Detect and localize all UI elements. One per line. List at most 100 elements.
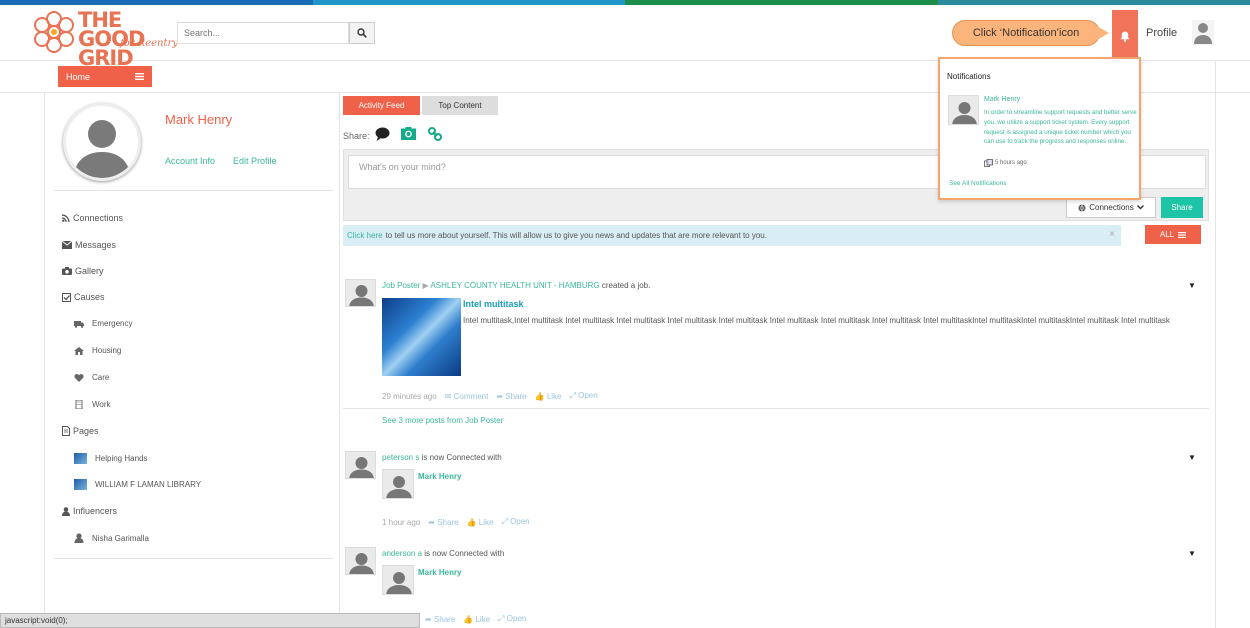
post-options-caret-icon[interactable]: ▼: [1188, 281, 1196, 290]
info-banner-link[interactable]: Click here: [347, 231, 383, 240]
camera-icon: [62, 267, 72, 275]
sidebar-subitem-label: Nisha Garimalla: [92, 533, 149, 543]
connected-user-avatar[interactable]: [382, 565, 414, 595]
sidebar-subitem-work[interactable]: Work: [74, 400, 111, 409]
home-label: Home: [66, 71, 91, 82]
search-input[interactable]: [177, 22, 349, 44]
post-action: created a job.: [601, 281, 651, 290]
share-button[interactable]: Share: [1161, 197, 1203, 218]
sidebar-subitem-library[interactable]: WILLIAM F LAMAN LIBRARY: [74, 479, 201, 490]
close-icon[interactable]: ×: [1109, 229, 1115, 240]
sidebar-item-label: Influencers: [73, 506, 118, 516]
home-menu-button[interactable]: Home: [58, 66, 152, 87]
share-action[interactable]: ➦ Share: [496, 392, 526, 401]
connected-user-name[interactable]: Mark Henry: [418, 568, 462, 577]
open-action[interactable]: ⤢ Open: [570, 391, 598, 401]
speech-bubble-icon[interactable]: [375, 127, 390, 141]
logo[interactable]: THE GOOD GRID for Reentry: [32, 9, 182, 69]
open-action[interactable]: ⤢ Open: [498, 614, 526, 624]
sidebar-item-influencers[interactable]: Influencers: [62, 506, 117, 516]
menu-icon: [135, 73, 144, 80]
arrow-right-icon: ▶: [422, 281, 429, 290]
more-posts-link[interactable]: See 3 more posts from Job Poster: [382, 416, 503, 425]
sidebar-item-causes[interactable]: Causes: [62, 292, 105, 302]
post-author-avatar[interactable]: [345, 279, 376, 307]
sidebar-divider: [54, 190, 334, 191]
user-silhouette-icon: [386, 572, 412, 594]
search-button[interactable]: [349, 22, 375, 44]
sidebar-subitem-housing[interactable]: Housing: [74, 346, 121, 355]
post-body: Intel multitask,Intel multitask Intel mu…: [463, 316, 1170, 325]
user-icon: [74, 533, 84, 543]
tab-activity-feed[interactable]: Activity Feed: [343, 96, 420, 115]
comment-action[interactable]: ✉ Comment: [445, 392, 489, 401]
post-options-caret-icon[interactable]: ▼: [1188, 549, 1196, 558]
post-author-avatar[interactable]: [345, 451, 376, 479]
sidebar-item-label: Messages: [75, 240, 117, 250]
share-action[interactable]: ➦ Share: [428, 518, 458, 527]
post-author-link[interactable]: Job Poster: [382, 281, 420, 290]
sidebar-subitem-label: Helping Hands: [95, 454, 148, 463]
avatar[interactable]: [1192, 20, 1214, 45]
sidebar-item-pages[interactable]: Pages: [62, 426, 99, 436]
audience-dropdown[interactable]: Connections: [1066, 197, 1156, 218]
post-title[interactable]: Intel multitask: [463, 299, 524, 309]
see-all-notifications-link[interactable]: See All Notifications: [949, 180, 1006, 187]
edit-profile-link[interactable]: Edit Profile: [233, 156, 277, 166]
sidebar-item-connections[interactable]: Connections: [62, 213, 123, 223]
notification-avatar[interactable]: [948, 95, 979, 125]
notification-sender[interactable]: Mark Henry: [984, 96, 1020, 103]
sidebar-subitem-helping-hands[interactable]: Helping Hands: [74, 453, 147, 464]
post-author-link[interactable]: peterson s: [382, 453, 419, 462]
notifications-title: Notifications: [947, 72, 991, 81]
sidebar-subitem-influencer[interactable]: Nisha Garimalla: [74, 533, 149, 543]
post-action: is now Connected with: [424, 549, 505, 558]
bell-icon: [1120, 31, 1130, 42]
callout-arrow: [1097, 26, 1109, 40]
post-meta: 1 hour ago ➦ Share 👍 Like ⤢ Open: [382, 517, 530, 527]
connected-user-avatar[interactable]: [382, 469, 414, 499]
sidebar-subitem-care[interactable]: Care: [74, 373, 109, 382]
user-avatar-icon: [1192, 20, 1214, 45]
account-info-link[interactable]: Account Info: [165, 156, 215, 166]
post-options-caret-icon[interactable]: ▼: [1188, 453, 1196, 462]
like-action[interactable]: 👍 Like: [535, 392, 562, 401]
share-action[interactable]: ➦ Share: [425, 615, 455, 624]
post-author-avatar[interactable]: [345, 547, 376, 575]
filter-all-button[interactable]: ALL: [1145, 225, 1201, 244]
share-label: Share: [505, 391, 527, 401]
profile-picture[interactable]: [63, 103, 141, 181]
like-action[interactable]: 👍 Like: [463, 615, 490, 624]
photo-icon[interactable]: [401, 127, 416, 140]
header: THE GOOD GRID for Reentry Click ‘Notific…: [0, 5, 1250, 69]
like-action[interactable]: 👍 Like: [467, 518, 494, 527]
audience-label: Connections: [1089, 203, 1134, 212]
post-timestamp: 1 hour ago: [382, 517, 421, 527]
sidebar-item-label: Gallery: [75, 266, 104, 276]
notification-button[interactable]: [1112, 10, 1138, 63]
copy-icon: [984, 159, 993, 167]
tab-top-content[interactable]: Top Content: [422, 96, 498, 115]
user-silhouette-icon: [74, 120, 130, 178]
notification-time: 5 hours ago: [984, 159, 1027, 167]
sidebar-item-messages[interactable]: Messages: [62, 240, 116, 250]
filter-all-label: ALL: [1159, 230, 1175, 239]
profile-link[interactable]: Profile: [1146, 27, 1177, 39]
post-image[interactable]: [382, 298, 461, 376]
notification-message[interactable]: In order to streamline support requests …: [984, 108, 1140, 147]
open-label: Open: [578, 391, 598, 400]
open-action[interactable]: ⤢ Open: [501, 517, 529, 527]
like-label: Like: [546, 391, 562, 401]
sidebar-subitem-label: Emergency: [92, 319, 133, 328]
post-target-link[interactable]: ASHLEY COUNTY HEALTH UNIT - HAMBURG: [430, 281, 599, 290]
sidebar-item-gallery[interactable]: Gallery: [62, 266, 104, 276]
sidebar-subitem-label: Care: [92, 373, 110, 382]
user-silhouette-icon: [349, 285, 374, 306]
search-icon: [357, 28, 367, 38]
post-author-link[interactable]: anderson a: [382, 549, 422, 558]
profile-name[interactable]: Mark Henry: [165, 112, 232, 127]
info-banner: Click here to tell us more about yoursel…: [343, 225, 1121, 246]
sidebar-subitem-emergency[interactable]: Emergency: [74, 319, 132, 328]
connected-user-name[interactable]: Mark Henry: [418, 472, 462, 481]
link-icon[interactable]: [428, 127, 442, 141]
